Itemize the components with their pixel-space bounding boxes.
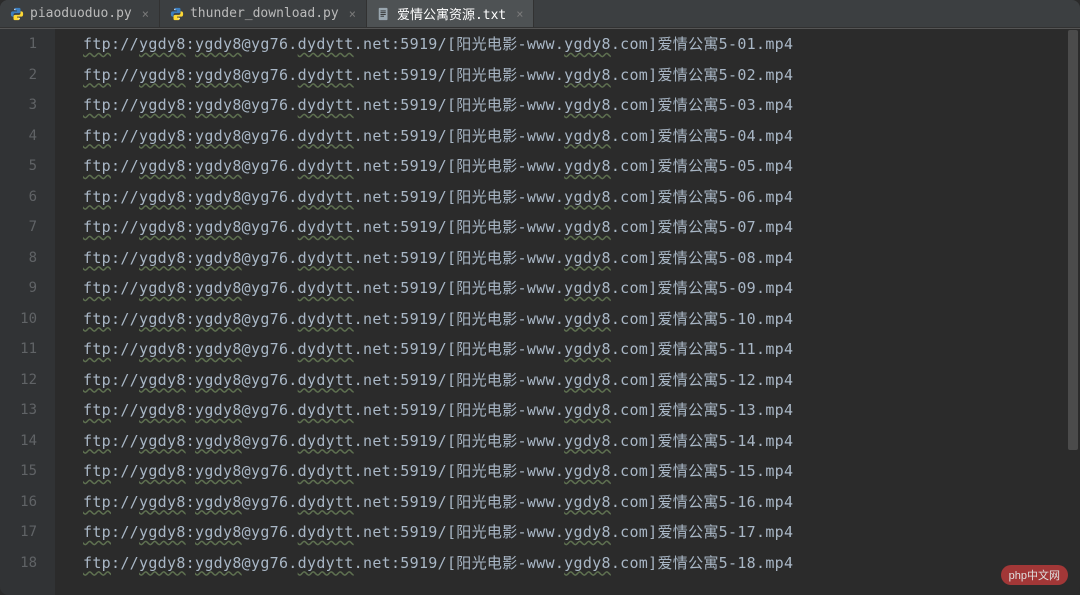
editor-container: piaoduoduo.py×thunder_download.py×爱情公寓资源… [0, 0, 1080, 595]
line-number: 7 [0, 212, 37, 243]
line-number: 14 [0, 426, 37, 457]
editor-line[interactable]: ftp://ygdy8:ygdy8@yg76.dydytt.net:5919/[… [83, 29, 1080, 60]
editor-content[interactable]: ftp://ygdy8:ygdy8@yg76.dydytt.net:5919/[… [55, 29, 1080, 595]
editor-line[interactable]: ftp://ygdy8:ygdy8@yg76.dydytt.net:5919/[… [83, 426, 1080, 457]
tab-0[interactable]: piaoduoduo.py × [0, 0, 160, 27]
close-icon[interactable]: × [142, 7, 149, 21]
line-number: 9 [0, 273, 37, 304]
watermark-badge: php中文网 [1001, 565, 1068, 585]
editor-line[interactable]: ftp://ygdy8:ygdy8@yg76.dydytt.net:5919/[… [83, 212, 1080, 243]
editor-line[interactable]: ftp://ygdy8:ygdy8@yg76.dydytt.net:5919/[… [83, 548, 1080, 579]
editor-line[interactable]: ftp://ygdy8:ygdy8@yg76.dydytt.net:5919/[… [83, 517, 1080, 548]
python-icon [10, 7, 24, 21]
line-number: 3 [0, 90, 37, 121]
editor-line[interactable]: ftp://ygdy8:ygdy8@yg76.dydytt.net:5919/[… [83, 304, 1080, 335]
line-number: 2 [0, 60, 37, 91]
line-number: 8 [0, 243, 37, 274]
line-number-gutter: 123456789101112131415161718 [0, 29, 55, 595]
line-number: 6 [0, 182, 37, 213]
line-number: 1 [0, 29, 37, 60]
scrollbar-thumb[interactable] [1068, 30, 1078, 450]
tab-label: thunder_download.py [190, 6, 339, 21]
line-number: 11 [0, 334, 37, 365]
line-number: 5 [0, 151, 37, 182]
tab-label: piaoduoduo.py [30, 6, 132, 21]
tab-label: 爱情公寓资源.txt [397, 4, 506, 23]
line-number: 18 [0, 548, 37, 579]
editor-line[interactable]: ftp://ygdy8:ygdy8@yg76.dydytt.net:5919/[… [83, 121, 1080, 152]
editor-line[interactable]: ftp://ygdy8:ygdy8@yg76.dydytt.net:5919/[… [83, 365, 1080, 396]
editor-line[interactable]: ftp://ygdy8:ygdy8@yg76.dydytt.net:5919/[… [83, 395, 1080, 426]
tab-2[interactable]: 爱情公寓资源.txt × [367, 0, 535, 27]
text-file-icon [377, 7, 391, 21]
editor-line[interactable]: ftp://ygdy8:ygdy8@yg76.dydytt.net:5919/[… [83, 151, 1080, 182]
editor-line[interactable]: ftp://ygdy8:ygdy8@yg76.dydytt.net:5919/[… [83, 273, 1080, 304]
editor-line[interactable]: ftp://ygdy8:ygdy8@yg76.dydytt.net:5919/[… [83, 487, 1080, 518]
tab-1[interactable]: thunder_download.py × [160, 0, 367, 27]
editor-line[interactable]: ftp://ygdy8:ygdy8@yg76.dydytt.net:5919/[… [83, 334, 1080, 365]
line-number: 4 [0, 121, 37, 152]
line-number: 10 [0, 304, 37, 335]
python-icon [170, 7, 184, 21]
tab-bar: piaoduoduo.py×thunder_download.py×爱情公寓资源… [0, 0, 1080, 28]
scrollbar-track[interactable] [1068, 28, 1078, 588]
editor-line[interactable]: ftp://ygdy8:ygdy8@yg76.dydytt.net:5919/[… [83, 60, 1080, 91]
editor-line[interactable]: ftp://ygdy8:ygdy8@yg76.dydytt.net:5919/[… [83, 243, 1080, 274]
line-number: 13 [0, 395, 37, 426]
line-number: 12 [0, 365, 37, 396]
close-icon[interactable]: × [349, 7, 356, 21]
line-number: 17 [0, 517, 37, 548]
line-number: 16 [0, 487, 37, 518]
editor-line[interactable]: ftp://ygdy8:ygdy8@yg76.dydytt.net:5919/[… [83, 182, 1080, 213]
editor-line[interactable]: ftp://ygdy8:ygdy8@yg76.dydytt.net:5919/[… [83, 456, 1080, 487]
line-number: 15 [0, 456, 37, 487]
close-icon[interactable]: × [516, 7, 523, 21]
editor-line[interactable]: ftp://ygdy8:ygdy8@yg76.dydytt.net:5919/[… [83, 90, 1080, 121]
editor-area: 123456789101112131415161718 ftp://ygdy8:… [0, 28, 1080, 595]
